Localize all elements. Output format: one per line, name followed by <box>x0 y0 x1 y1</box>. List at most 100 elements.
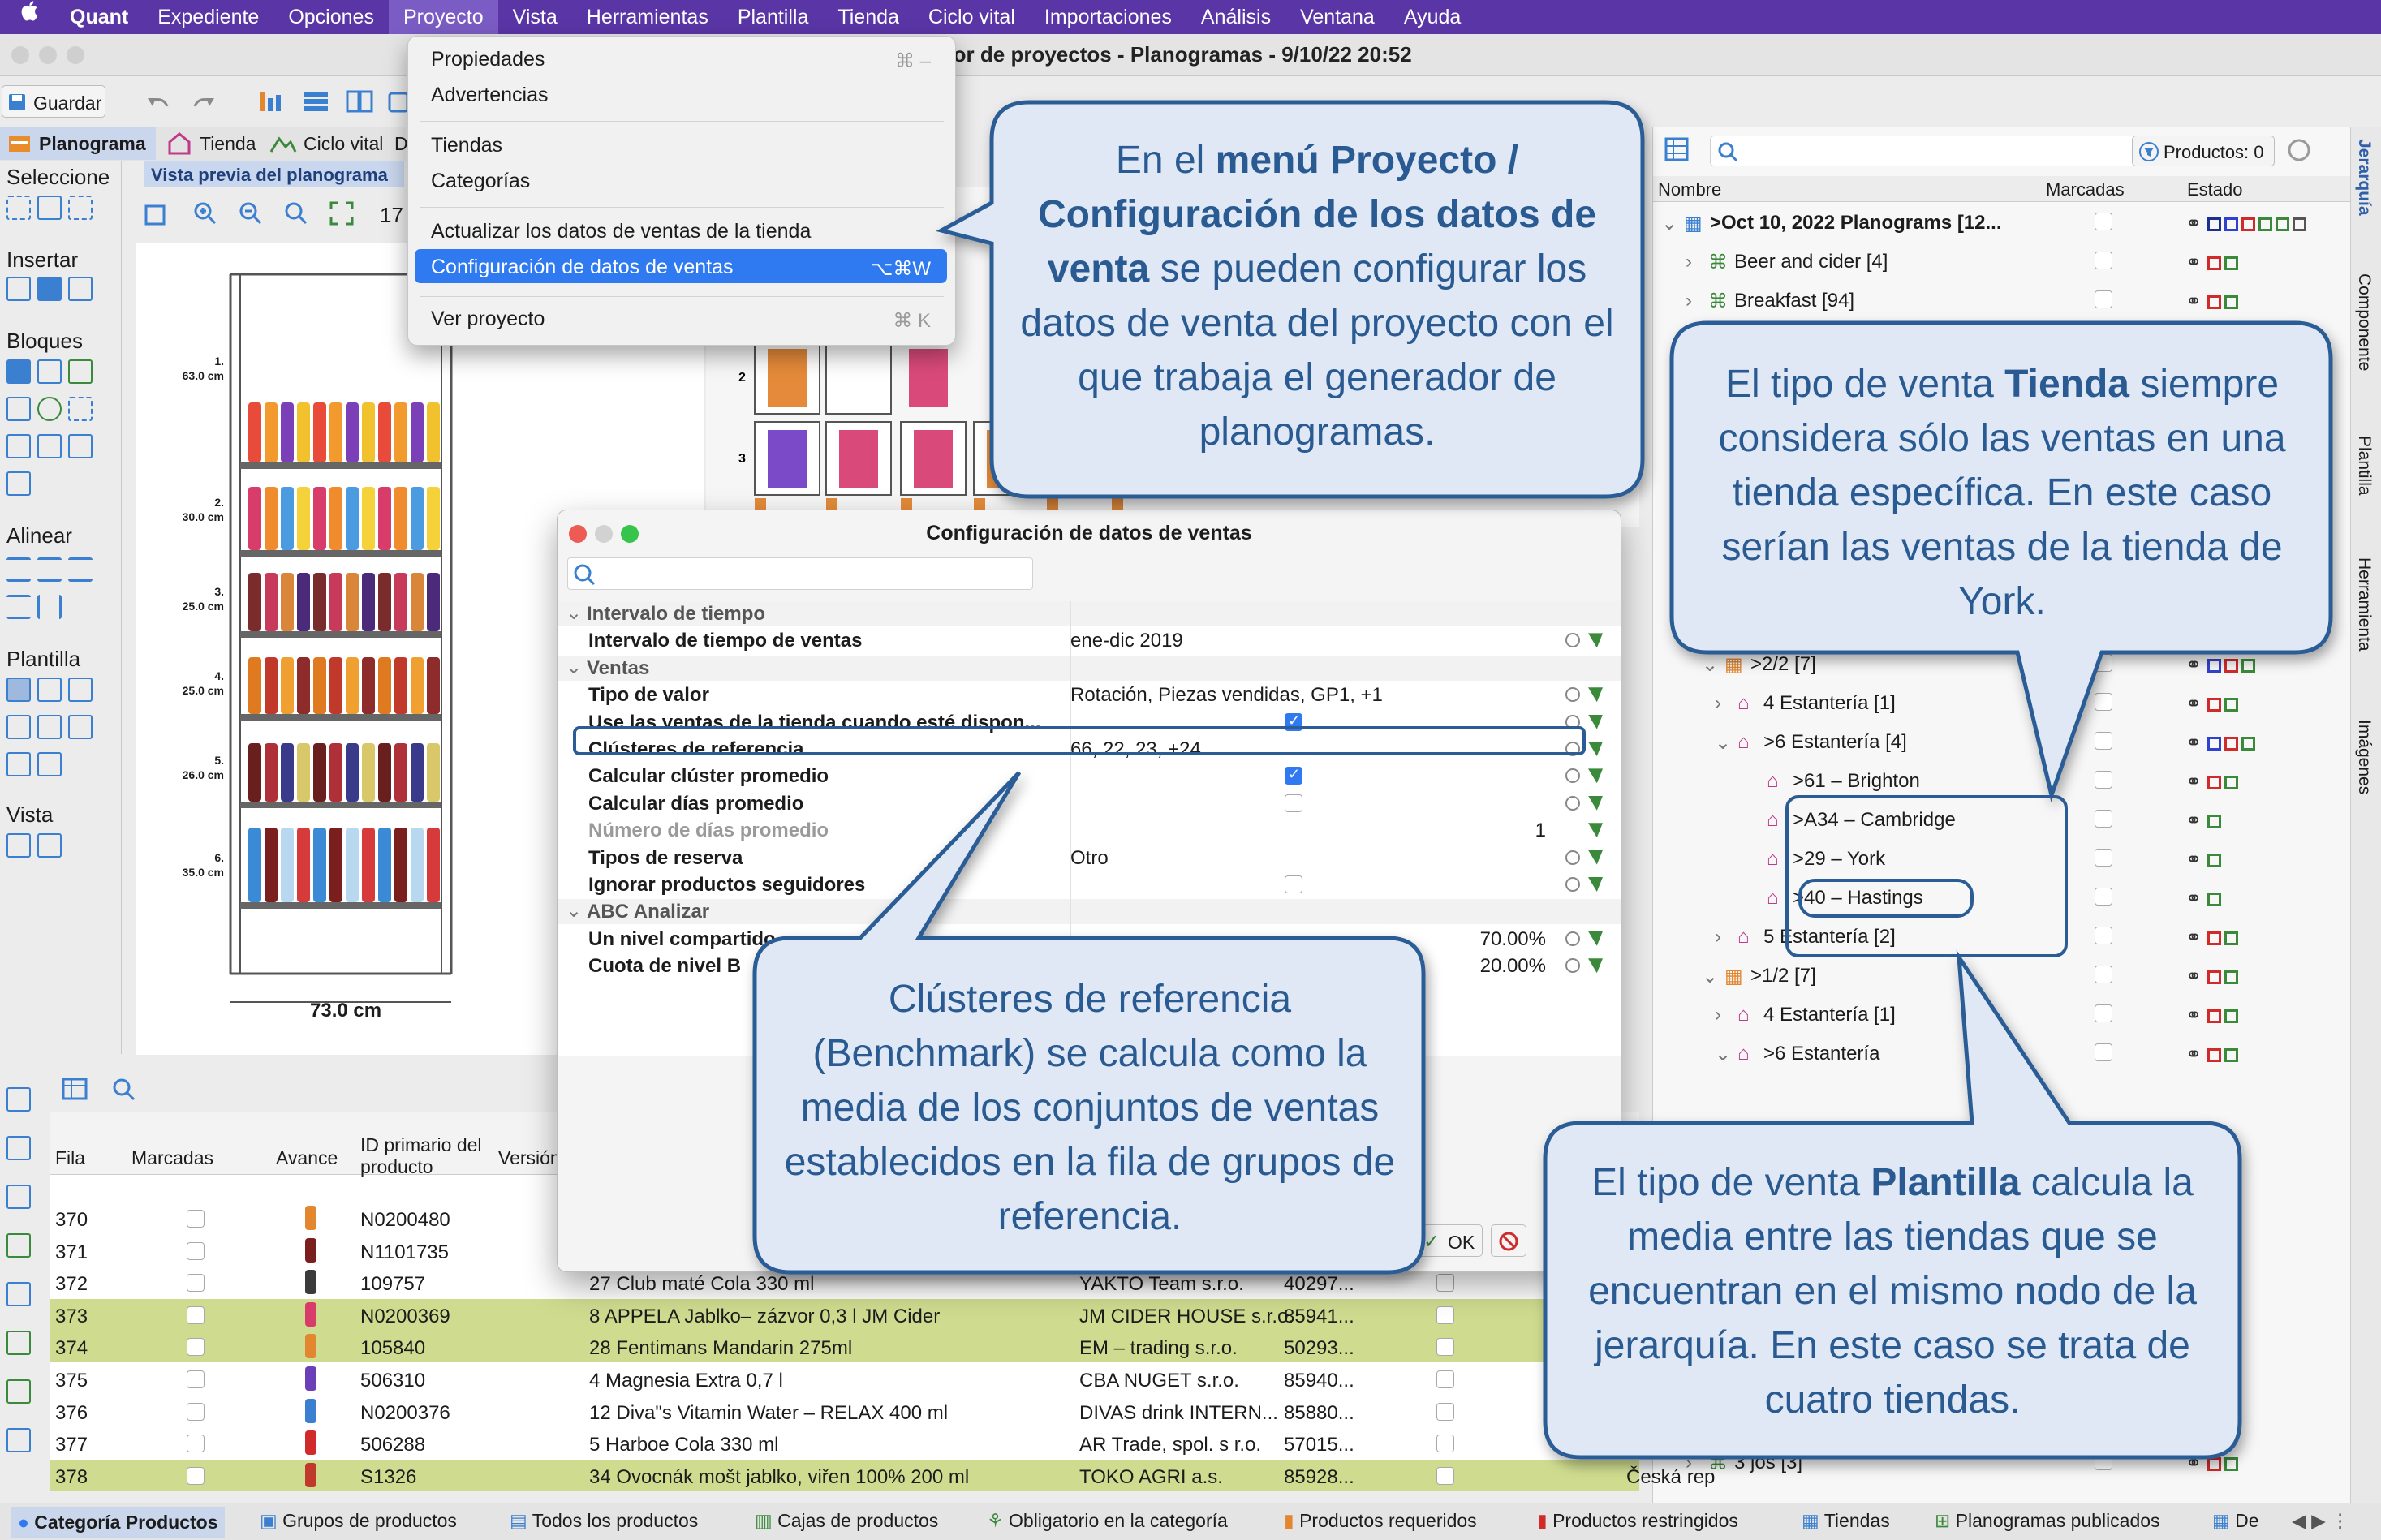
table-row[interactable]: 377 506288 5 Harboe Cola 330 ml AR Trade, s… <box>50 1427 1658 1459</box>
product-facing[interactable] <box>394 487 407 550</box>
tree-row[interactable]: ⌄ ▦ >Oct 10, 2022 Planograms [12... ⚭ <box>1653 202 2351 241</box>
ok-button[interactable]: ✓ OK <box>1418 1224 1483 1257</box>
reset-icon[interactable] <box>1565 931 1580 946</box>
product-facing[interactable] <box>427 487 440 550</box>
reset-icon[interactable] <box>1565 687 1580 703</box>
view-compare-icon[interactable] <box>6 833 31 858</box>
dialog-search-input[interactable] <box>567 557 1033 590</box>
property-checkbox[interactable] <box>1285 875 1302 893</box>
th-marcadas[interactable]: Marcadas <box>131 1147 213 1169</box>
undo-icon[interactable] <box>146 92 170 111</box>
insert-shelf-icon[interactable] <box>6 277 31 301</box>
menu-item-ver-proyecto[interactable]: Ver proyecto <box>431 308 545 331</box>
reset-icon[interactable] <box>1565 714 1580 729</box>
tree-row[interactable]: ⌂ >61 – Brighton ⚭ <box>1653 760 2351 799</box>
vtab-herramienta[interactable]: Herramienta <box>2354 557 2374 652</box>
product-facing[interactable] <box>329 828 342 902</box>
insert-product-icon[interactable] <box>37 277 62 301</box>
product-facing[interactable] <box>297 657 310 714</box>
tree-row[interactable]: › ⌂ 5 Estantería [2] ⚭ <box>1653 916 2351 955</box>
product-facing[interactable] <box>265 402 278 462</box>
row-checkbox[interactable] <box>1436 1338 1454 1357</box>
product-facing[interactable] <box>297 402 310 462</box>
btab-tiendas[interactable]: ▦ Tiendas <box>1802 1510 1890 1532</box>
btab-requeridos[interactable]: ▮ Productos requeridos <box>1284 1510 1477 1532</box>
vtab-componente[interactable]: Componente <box>2354 273 2374 371</box>
pin-icon[interactable] <box>1588 633 1603 648</box>
table-tool-xls-icon[interactable] <box>6 1331 31 1355</box>
product-facing[interactable] <box>394 657 407 714</box>
product-facing[interactable] <box>362 487 375 550</box>
menu-item-tiendas[interactable]: Tiendas <box>431 134 502 157</box>
product-facing[interactable] <box>248 487 261 550</box>
row-checkbox[interactable] <box>2095 290 2112 308</box>
product-facing[interactable] <box>362 402 375 462</box>
product-facing[interactable] <box>378 573 391 631</box>
product-facing[interactable] <box>329 402 342 462</box>
table-tool-check-icon[interactable] <box>6 1087 31 1112</box>
hierarchy-search-input[interactable] <box>1710 136 2140 166</box>
menu-item-configuracion[interactable]: Configuración de datos de ventas <box>431 256 733 279</box>
th-version[interactable]: Versión <box>498 1147 561 1169</box>
row-checkbox[interactable] <box>1436 1402 1454 1421</box>
btab-restringidos[interactable]: ▮ Productos restringidos <box>1537 1510 1738 1532</box>
product-facing[interactable] <box>378 828 391 902</box>
row-checkbox[interactable] <box>187 1274 205 1293</box>
zoom-window-button[interactable] <box>67 46 84 64</box>
chevron-right-icon[interactable]: › <box>1686 251 1692 273</box>
insert-text-icon[interactable] <box>68 277 93 301</box>
block-3d-icon[interactable] <box>68 359 93 384</box>
select-area-icon[interactable] <box>6 196 31 220</box>
reset-icon[interactable] <box>1565 958 1580 974</box>
tree-row[interactable]: ⌂ >29 – York ⚭ <box>1653 838 2351 877</box>
product-facing[interactable] <box>346 657 359 714</box>
save-button[interactable]: Guardar <box>2 85 105 118</box>
book-icon[interactable] <box>346 88 373 114</box>
template-flip-icon[interactable] <box>37 752 62 776</box>
menu-opciones[interactable]: Opciones <box>273 0 389 34</box>
row-checkbox[interactable] <box>187 1338 205 1357</box>
product-facing[interactable] <box>281 402 294 462</box>
product-facing[interactable] <box>313 487 326 550</box>
block-copy-icon[interactable] <box>37 434 62 458</box>
btab-de[interactable]: ▦ De <box>2212 1510 2259 1532</box>
col-estado[interactable]: Estado <box>2187 179 2243 200</box>
menu-vista[interactable]: Vista <box>498 0 572 34</box>
block-split-icon[interactable] <box>6 397 31 421</box>
table-row[interactable]: 376 N0200376 12 Diva"s Vitamin Water – REL… <box>50 1396 1655 1427</box>
property-checkbox[interactable]: ✓ <box>1285 766 1302 785</box>
product-facing[interactable] <box>248 743 261 802</box>
vtab-plantilla[interactable]: Plantilla <box>2354 436 2374 496</box>
col-nombre[interactable]: Nombre <box>1658 179 1721 200</box>
redo-icon[interactable] <box>192 92 216 111</box>
zoom-fit-icon[interactable] <box>284 201 308 226</box>
property-value[interactable]: Otro <box>1070 847 1109 870</box>
product-facing[interactable] <box>313 402 326 462</box>
tree-row[interactable]: ⌄ ⌂ >6 Estantería ⚭ <box>1653 1033 2351 1072</box>
row-checkbox[interactable] <box>2095 1043 2112 1061</box>
select-box-icon[interactable] <box>68 196 93 220</box>
product-facing[interactable] <box>329 743 342 802</box>
align-center-icon[interactable] <box>37 557 62 582</box>
row-checkbox[interactable] <box>1436 1274 1454 1293</box>
chevron-right-icon[interactable]: › <box>1715 1004 1721 1026</box>
table-tool-report-icon[interactable] <box>6 1282 31 1306</box>
block-move-icon[interactable] <box>6 434 31 458</box>
th-fila[interactable]: Fila <box>55 1147 85 1169</box>
row-checkbox[interactable] <box>2095 810 2112 828</box>
products-filter-button[interactable]: Productos: 0 <box>2132 136 2275 166</box>
zoom-in-icon[interactable] <box>193 201 217 226</box>
pin-icon[interactable] <box>1588 931 1603 946</box>
product-facing[interactable] <box>394 743 407 802</box>
pin-icon[interactable] <box>1588 823 1603 838</box>
product-facing[interactable] <box>329 487 342 550</box>
product-facing[interactable] <box>329 657 342 714</box>
zoom-value[interactable]: 17 <box>380 203 403 228</box>
tab-scroll-arrows[interactable]: ◀ ▶ ⋮ <box>2292 1510 2349 1532</box>
table-search-icon[interactable] <box>112 1078 136 1102</box>
chevron-right-icon[interactable]: › <box>1715 926 1721 949</box>
reset-icon[interactable] <box>1565 768 1580 784</box>
product-facing[interactable] <box>394 573 407 631</box>
menu-app[interactable]: Quant <box>55 0 143 34</box>
row-checkbox[interactable] <box>2095 732 2112 750</box>
